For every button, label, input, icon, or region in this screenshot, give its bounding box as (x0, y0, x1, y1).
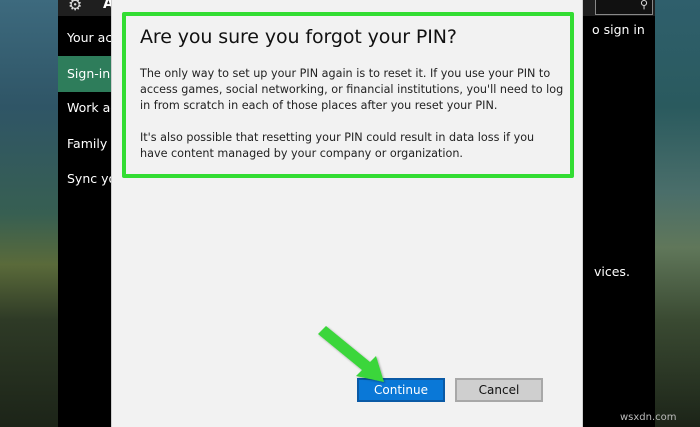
dialog-paragraph-2: It's also possible that resetting your P… (140, 131, 535, 160)
arrow-pointer-icon (318, 326, 384, 382)
search-icon: ⚲ (639, 0, 648, 11)
cancel-button[interactable]: Cancel (455, 378, 543, 402)
services-text: vices. (594, 264, 630, 279)
gear-icon: ⚙ (68, 0, 83, 14)
search-input[interactable]: ⚲ (595, 0, 653, 15)
desktop-wallpaper-left (0, 0, 60, 427)
desktop-wallpaper-right (655, 0, 700, 427)
sign-in-text: o sign in (592, 22, 645, 37)
watermark: wsxdn.com (620, 412, 677, 423)
dialog-paragraph-1: The only way to set up your PIN again is… (140, 67, 564, 112)
dialog-title: Are you sure you forgot your PIN? (140, 26, 457, 48)
